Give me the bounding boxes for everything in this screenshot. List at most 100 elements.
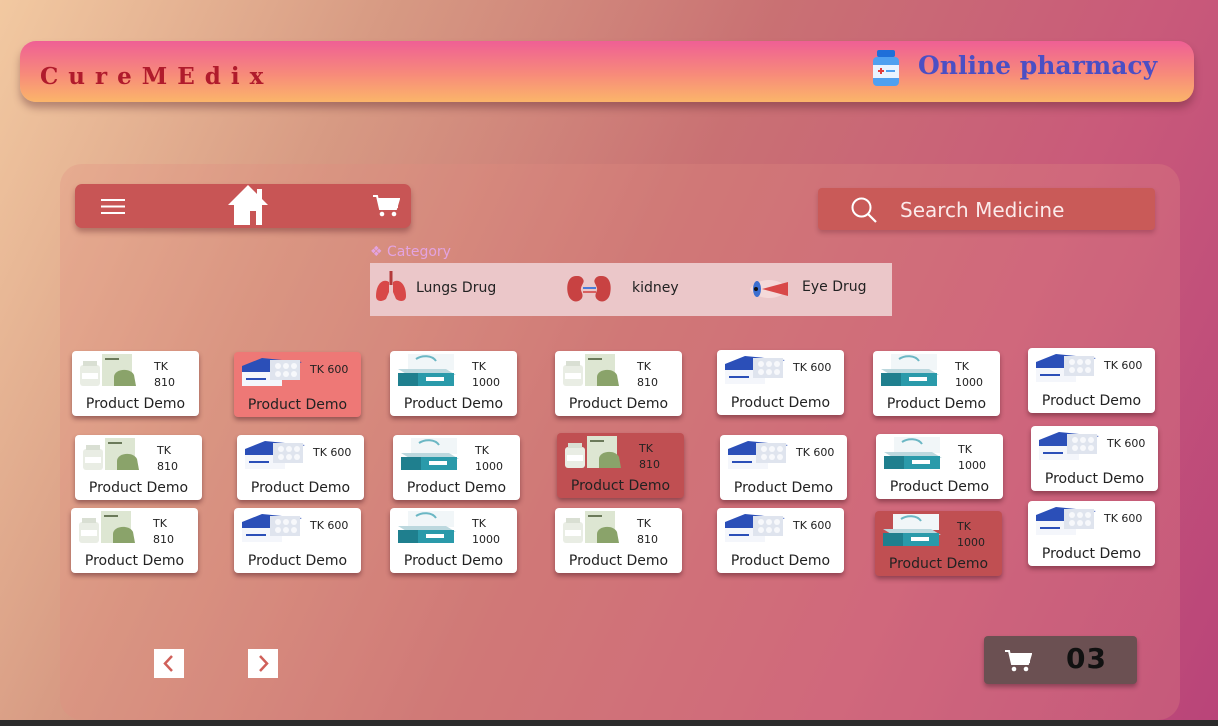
price-line-2: 810 (153, 533, 174, 546)
price-line-1: TK 600 (310, 363, 349, 376)
product-card[interactable]: TK 600 Product Demo (234, 352, 361, 417)
nav-bar (75, 184, 411, 228)
product-card[interactable]: TK 600 Product Demo (234, 508, 361, 573)
product-image (728, 441, 788, 469)
brand-logo-text[interactable]: CureMEdix (40, 63, 273, 90)
product-name: Product Demo (886, 396, 987, 412)
product-card[interactable]: TK 600 Product Demo (717, 508, 844, 573)
cart-icon (1005, 650, 1032, 672)
product-name: Product Demo (568, 553, 669, 569)
price-line-1: TK (955, 360, 969, 373)
product-card[interactable]: TK 600 Product Demo (717, 350, 844, 415)
product-card[interactable]: TK 810 Product Demo (555, 508, 682, 573)
price-line-2: 810 (637, 376, 658, 389)
category-item-eye[interactable]: Eye Drug (740, 263, 890, 316)
product-image (725, 356, 785, 384)
category-label: Eye Drug (802, 279, 867, 295)
price-line-1: TK 600 (310, 519, 349, 532)
product-card[interactable]: TK 1000 Product Demo (876, 434, 1003, 499)
product-image (398, 354, 456, 386)
product-card[interactable]: TK 1000 Product Demo (390, 508, 517, 573)
product-name: Product Demo (85, 396, 186, 412)
product-card[interactable]: TK 810 Product Demo (72, 351, 199, 416)
price-line-2: 1000 (958, 459, 986, 472)
cart-count: 03 (1066, 642, 1107, 675)
product-card[interactable]: TK 600 Product Demo (1031, 426, 1158, 491)
category-title: ❖ Category (370, 244, 451, 260)
product-name: Product Demo (888, 556, 989, 572)
hamburger-icon[interactable] (101, 198, 125, 215)
price-line-1: TK (475, 444, 489, 457)
product-card[interactable]: TK 1000 Product Demo (873, 351, 1000, 416)
prev-page-button[interactable] (154, 649, 184, 678)
price-line-2: 810 (637, 533, 658, 546)
price-line-1: TK 600 (1104, 512, 1143, 525)
product-price: TK 1000 (472, 516, 512, 548)
product-image (401, 438, 459, 470)
product-image (1039, 432, 1099, 460)
product-price: TK 1000 (957, 519, 997, 551)
product-card[interactable]: TK 600 Product Demo (1028, 501, 1155, 566)
product-image (83, 438, 139, 470)
product-card[interactable]: TK 810 Product Demo (75, 435, 202, 500)
search-input[interactable]: Search Medicine (900, 198, 1064, 222)
search-icon[interactable] (850, 196, 878, 224)
price-line-1: TK (957, 520, 971, 533)
product-card[interactable]: TK 600 Product Demo (720, 435, 847, 500)
product-image (563, 511, 619, 543)
product-name: Product Demo (889, 479, 990, 495)
next-page-button[interactable] (248, 649, 278, 678)
price-line-1: TK (153, 517, 167, 530)
product-price: TK 1000 (472, 359, 512, 391)
product-name: Product Demo (730, 553, 831, 569)
product-image (883, 514, 941, 546)
category-item-lungs[interactable]: Lungs Drug (370, 263, 520, 316)
price-line-2: 1000 (955, 376, 983, 389)
category-item-kidney[interactable]: kidney (560, 263, 700, 316)
product-price: TK 600 (313, 445, 353, 461)
product-name: Product Demo (403, 396, 504, 412)
medicine-bottle-icon (873, 50, 899, 86)
chevron-left-icon (163, 655, 173, 672)
product-image (245, 441, 305, 469)
product-card[interactable]: TK 810 Product Demo (71, 508, 198, 573)
product-price: TK 1000 (955, 359, 995, 391)
product-card[interactable]: TK 1000 Product Demo (393, 435, 520, 500)
price-line-1: TK 600 (1107, 437, 1146, 450)
product-name: Product Demo (1041, 546, 1142, 562)
product-card[interactable]: TK 1000 Product Demo (875, 511, 1002, 576)
product-name: Product Demo (403, 553, 504, 569)
product-price: TK 810 (157, 443, 197, 475)
product-card[interactable]: TK 810 Product Demo (555, 351, 682, 416)
product-card[interactable]: TK 810 Product Demo (557, 433, 684, 498)
product-image (725, 514, 785, 542)
product-price: TK 600 (1104, 511, 1144, 527)
cart-icon[interactable] (372, 194, 400, 218)
product-price: TK 600 (1104, 358, 1144, 374)
product-name: Product Demo (406, 480, 507, 496)
product-card[interactable]: TK 600 Product Demo (237, 435, 364, 500)
price-line-1: TK (637, 517, 651, 530)
product-image (884, 437, 942, 469)
cart-summary-button[interactable]: 03 (984, 636, 1137, 684)
product-price: TK 810 (637, 359, 677, 391)
product-name: Product Demo (1041, 393, 1142, 409)
price-line-1: TK (472, 360, 486, 373)
home-icon[interactable] (227, 184, 269, 226)
price-line-1: TK (637, 360, 651, 373)
product-image (1036, 354, 1096, 382)
product-image (1036, 507, 1096, 535)
product-price: TK 600 (1107, 436, 1147, 452)
app-header: CureMEdix Online pharmacy (20, 41, 1194, 102)
price-line-2: 810 (639, 458, 660, 471)
price-line-2: 810 (154, 376, 175, 389)
price-line-1: TK (639, 442, 653, 455)
product-price: TK 810 (637, 516, 677, 548)
product-card[interactable]: TK 600 Product Demo (1028, 348, 1155, 413)
product-name: Product Demo (570, 478, 671, 494)
product-name: Product Demo (84, 553, 185, 569)
product-card[interactable]: TK 1000 Product Demo (390, 351, 517, 416)
search-bar[interactable]: Search Medicine (818, 188, 1155, 230)
kidney-icon (567, 276, 611, 302)
price-line-2: 1000 (472, 533, 500, 546)
